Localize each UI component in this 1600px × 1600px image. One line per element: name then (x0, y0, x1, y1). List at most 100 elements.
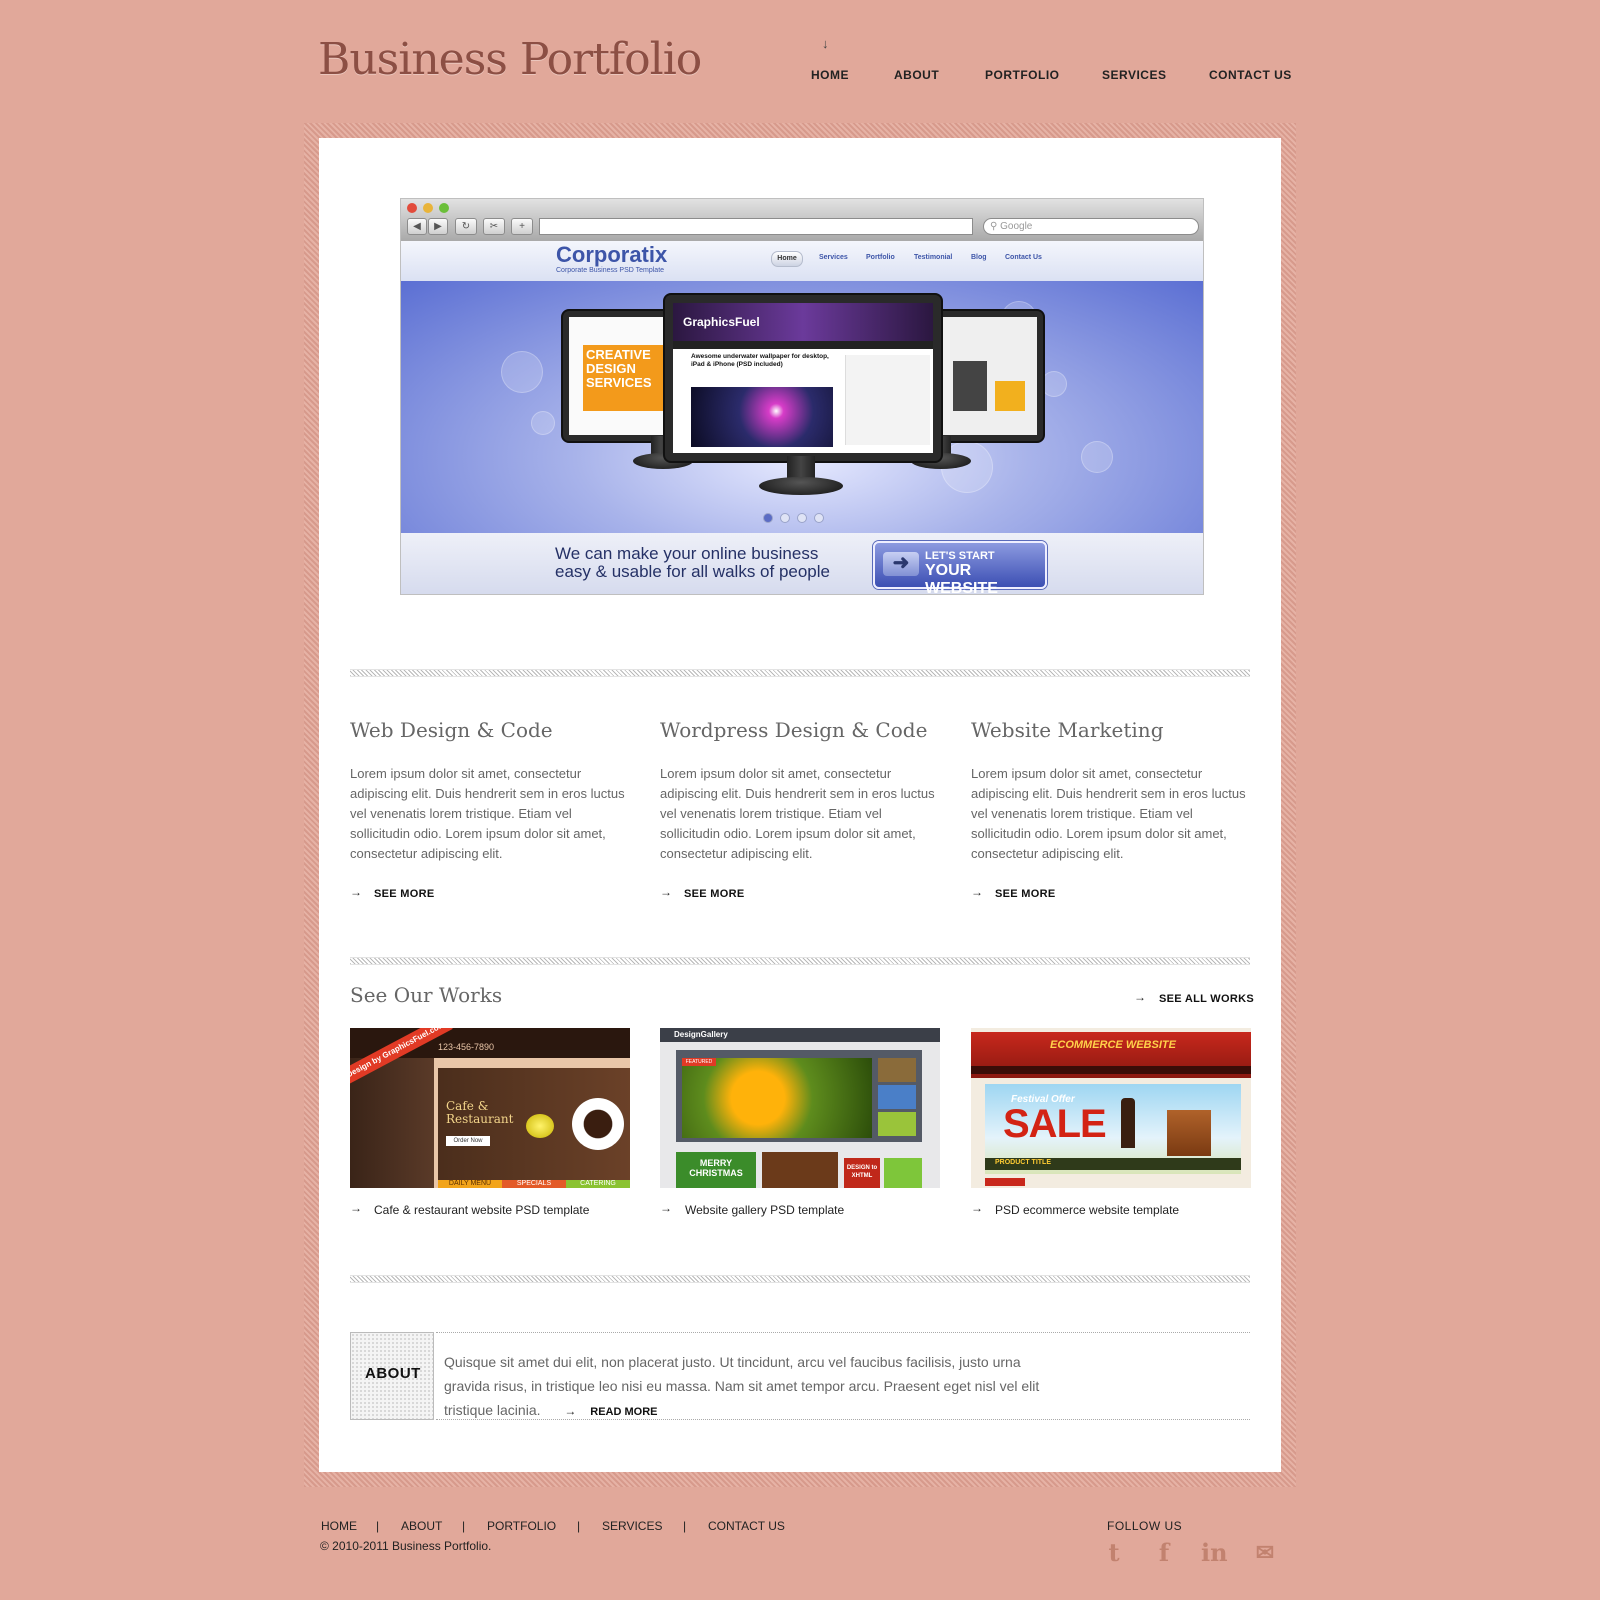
service-see-more-link[interactable]: SEE MORE (374, 888, 434, 900)
read-more-link[interactable]: READ MORE (590, 1406, 657, 1418)
slide-dot-4[interactable] (814, 513, 824, 523)
follow-us-label: FOLLOW US (1107, 1519, 1183, 1533)
minimize-dot-icon (423, 203, 433, 213)
thumb-tab: DAILY MENU (438, 1180, 502, 1188)
slide-dot-1[interactable] (763, 513, 773, 523)
cta-banner: We can make your online business easy & … (401, 533, 1203, 594)
thumb-button: Order Now (446, 1136, 490, 1146)
preview-site-logo: Corporatix (556, 242, 668, 267)
arrow-right-icon: ➜ (883, 552, 919, 576)
preview-site-header: Corporatix Corporate Business PSD Templa… (401, 241, 1203, 281)
service-text: Lorem ipsum dolor sit amet, consectetur … (350, 766, 625, 861)
copyright: © 2010-2011 Business Portfolio. (320, 1539, 492, 1553)
work-thumbnail-gallery[interactable]: DesignGallery FEATURED MERRY CHRISTMAS D… (660, 1028, 940, 1188)
footer-nav-about[interactable]: ABOUT (401, 1519, 442, 1533)
back-icon: ◀ (407, 218, 427, 235)
work-thumbnail-cafe[interactable]: Design by GraphicsFuel.com 123-456-7890 … (350, 1028, 630, 1188)
service-text: Lorem ipsum dolor sit amet, consectetur … (971, 766, 1246, 861)
featured-slider: CREATIVE DESIGN SERVICES GraphicsFuel Aw… (401, 281, 1203, 533)
email-icon[interactable]: ✉ (1252, 1540, 1278, 1566)
left-screen-text: CREATIVE DESIGN SERVICES (583, 345, 663, 411)
twitter-icon[interactable]: t (1101, 1540, 1127, 1566)
slide-dot-2[interactable] (780, 513, 790, 523)
footer-nav-services[interactable]: SERVICES (602, 1519, 662, 1533)
screen-headline: Awesome underwater wallpaper for desktop… (691, 353, 829, 368)
browser-toolbar: ◀ ▶ ↻ ✂ + ⚲ Google (401, 199, 1203, 241)
thumb-heading: Cafe & Restaurant (446, 1099, 514, 1126)
nav-contact-us[interactable]: CONTACT US (1209, 68, 1292, 82)
footer-separator: | (683, 1519, 687, 1533)
bookmark-icon: ✂ (483, 218, 505, 235)
featured-browser-mockup: ◀ ▶ ↻ ✂ + ⚲ Google Corporatix Corporate … (400, 198, 1204, 595)
about-badge: ABOUT (350, 1332, 434, 1420)
bokeh-bubble (531, 411, 555, 435)
address-bar (539, 218, 973, 235)
monitor-stand (759, 477, 843, 495)
browser-search-field: ⚲ Google (983, 218, 1199, 235)
see-all-works-link[interactable]: SEE ALL WORKS (1159, 993, 1254, 1005)
monitor-center: GraphicsFuel Awesome underwater wallpape… (663, 293, 943, 463)
about-paragraph: Quisque sit amet dui elit, non placerat … (444, 1354, 1040, 1418)
browser-search-placeholder: Google (1000, 221, 1033, 232)
linkedin-icon[interactable]: in (1201, 1540, 1228, 1566)
thumb-tile: DESIGN to XHTML (844, 1158, 880, 1188)
thumb-tile: MERRY CHRISTMAS (676, 1152, 756, 1188)
footer-nav-home[interactable]: HOME (321, 1519, 357, 1533)
nav-services[interactable]: SERVICES (1102, 68, 1166, 82)
footer-nav-portfolio[interactable]: PORTFOLIO (487, 1519, 556, 1533)
arrow-right-icon: → (971, 885, 983, 899)
arrow-right-icon: → (350, 1201, 362, 1215)
slide-dot-3[interactable] (797, 513, 807, 523)
facebook-icon[interactable]: f (1151, 1540, 1177, 1566)
service-title: Web Design & Code (350, 718, 553, 742)
start-website-button[interactable]: ➜ LET'S START YOUR WEBSITE (873, 541, 1047, 594)
reload-icon: ↻ (455, 218, 477, 235)
bokeh-bubble (1081, 441, 1113, 473)
preview-nav-testimonial: Testimonial (914, 254, 953, 261)
arrow-right-icon: → (660, 1201, 672, 1215)
preview-nav-portfolio: Portfolio (866, 254, 895, 261)
thumb-phone: 123-456-7890 (438, 1042, 495, 1052)
section-divider (350, 669, 1250, 677)
nav-portfolio[interactable]: PORTFOLIO (985, 68, 1060, 82)
work-caption-link[interactable]: Cafe & restaurant website PSD template (374, 1203, 589, 1217)
arrow-right-icon: → (1134, 990, 1146, 1004)
footer-separator: | (577, 1519, 581, 1533)
preview-nav-home: Home (771, 251, 803, 267)
about-text: Quisque sit amet dui elit, non placerat … (444, 1350, 1044, 1424)
service-see-more-link[interactable]: SEE MORE (995, 888, 1055, 900)
preview-nav-services: Services (819, 254, 848, 261)
nav-about[interactable]: ABOUT (894, 68, 939, 82)
close-dot-icon (407, 203, 417, 213)
preview-nav-blog: Blog (971, 254, 987, 261)
maximize-dot-icon (439, 203, 449, 213)
work-caption-link[interactable]: Website gallery PSD template (685, 1203, 844, 1217)
work-thumbnail-ecommerce[interactable]: ECOMMERCE WEBSITE Festival Offer SALE PR… (971, 1028, 1251, 1188)
cta-text-line1: We can make your online business (555, 544, 819, 563)
footer-separator: | (376, 1519, 380, 1533)
thumb-sale: SALE (1003, 1102, 1107, 1146)
forward-icon: ▶ (428, 218, 448, 235)
service-see-more-link[interactable]: SEE MORE (684, 888, 744, 900)
thumb-heading: ECOMMERCE WEBSITE (1050, 1039, 1176, 1051)
arrow-right-icon: → (350, 885, 362, 899)
footer-nav-contact-us[interactable]: CONTACT US (708, 1519, 785, 1533)
main-nav: HOME ABOUT PORTFOLIO SERVICES CONTACT US (0, 68, 1600, 84)
thumb-logo: DesignGallery (674, 1030, 728, 1039)
cta-text-line2: easy & usable for all walks of people (555, 562, 830, 581)
thumb-badge: FEATURED (682, 1058, 716, 1066)
service-title: Wordpress Design & Code (660, 718, 928, 742)
service-text: Lorem ipsum dolor sit amet, consectetur … (660, 766, 935, 861)
section-divider (350, 957, 1250, 965)
thumb-product-title: PRODUCT TITLE (995, 1159, 1051, 1166)
cta-button-line2: YOUR WEBSITE (925, 562, 998, 595)
work-caption-link[interactable]: PSD ecommerce website template (995, 1203, 1179, 1217)
works-title: See Our Works (350, 983, 503, 1007)
section-divider (350, 1275, 1250, 1283)
cta-text: We can make your online business easy & … (555, 545, 830, 581)
add-tab-icon: + (511, 218, 533, 235)
about-label: ABOUT (365, 1365, 421, 1382)
nav-home[interactable]: HOME (811, 68, 849, 82)
arrow-right-icon: → (660, 885, 672, 899)
preview-nav-contact: Contact Us (1005, 254, 1042, 261)
